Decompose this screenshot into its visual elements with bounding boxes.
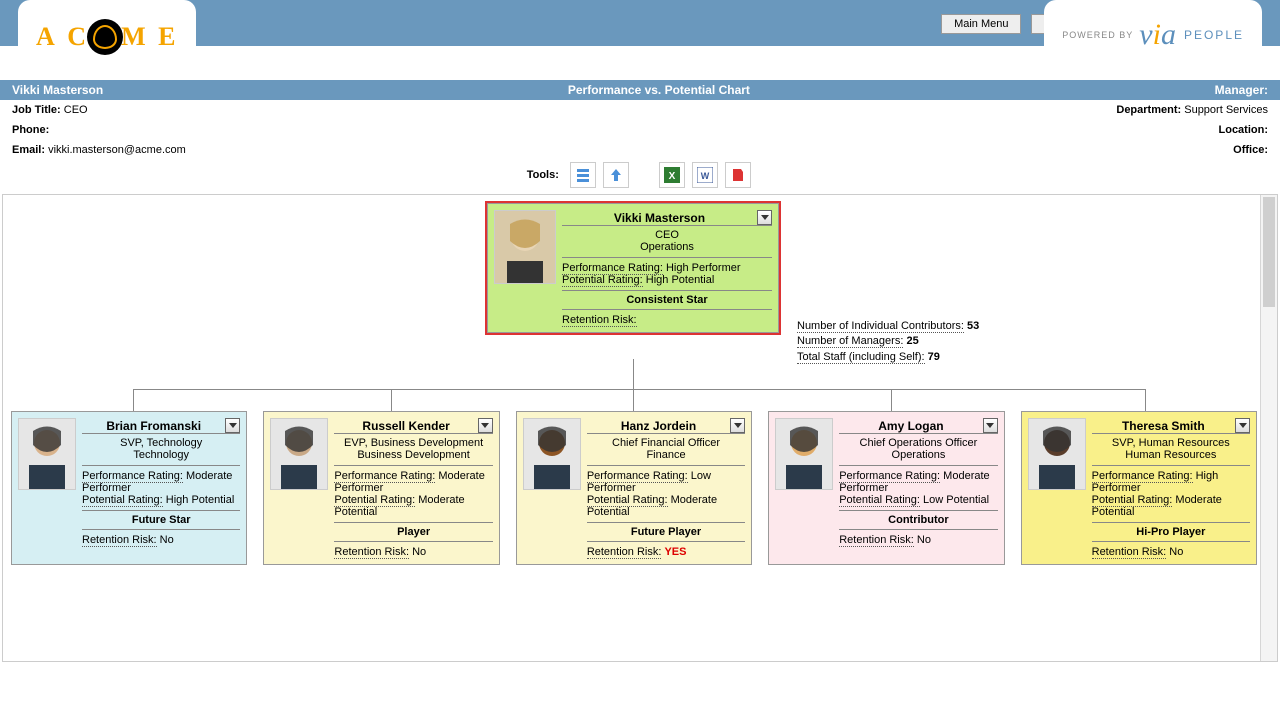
stat-contributors-value: 53	[967, 320, 979, 332]
card-dropdown-icon[interactable]	[983, 418, 998, 433]
card-dropdown-icon[interactable]	[1235, 418, 1250, 433]
svg-text:W: W	[701, 171, 710, 181]
globe-icon	[87, 19, 123, 55]
retention-risk-label[interactable]: Retention Risk:	[562, 314, 637, 327]
ninebox-label: Contributor	[839, 510, 997, 530]
org-card[interactable]: Amy Logan Chief Operations Officer Opera…	[768, 411, 1004, 565]
avatar	[270, 418, 328, 490]
scrollbar[interactable]	[1260, 195, 1277, 661]
department-value: Support Services	[1184, 104, 1268, 116]
card-title: SVP, Human Resources	[1092, 437, 1250, 449]
retention-risk-value: YES	[664, 546, 686, 558]
manager-label: Manager:	[1215, 83, 1268, 97]
potential-rating-value: Low Potential	[923, 494, 989, 506]
phone-label: Phone:	[12, 124, 49, 136]
card-name: Vikki Masterson	[562, 211, 757, 225]
card-dept: Business Development	[334, 449, 492, 461]
card-name: Russell Kender	[334, 419, 477, 433]
potential-rating-value: High Potential	[646, 274, 715, 286]
up-icon[interactable]	[603, 162, 629, 188]
card-dept: Operations	[839, 449, 997, 461]
avatar	[494, 210, 556, 284]
ninebox-label: Player	[334, 522, 492, 542]
word-export-icon[interactable]: W	[692, 162, 718, 188]
card-title: Chief Financial Officer	[587, 437, 745, 449]
card-dept: Human Resources	[1092, 449, 1250, 461]
office-label: Office:	[1233, 144, 1268, 156]
potential-rating-value: High Potential	[166, 494, 235, 506]
tools-row: Tools: X W	[0, 160, 1280, 194]
retention-risk-value: No	[160, 534, 174, 546]
retention-risk-label[interactable]: Retention Risk:	[1092, 546, 1167, 559]
ninebox-label: Hi-Pro Player	[1092, 522, 1250, 542]
ninebox-label: Consistent Star	[562, 290, 772, 310]
card-name: Theresa Smith	[1092, 419, 1235, 433]
avatar	[18, 418, 76, 490]
pdf-export-icon[interactable]	[725, 162, 751, 188]
card-dept: Finance	[587, 449, 745, 461]
card-dept: Operations	[562, 241, 772, 253]
job-title-value: CEO	[64, 104, 88, 116]
powered-by: POWERED BY via PEOPLE	[1044, 0, 1262, 66]
chart-region: Vikki Masterson CEO Operations Performan…	[2, 194, 1278, 662]
card-dropdown-icon[interactable]	[478, 418, 493, 433]
main-menu-button[interactable]: Main Menu	[941, 14, 1021, 34]
avatar	[1028, 418, 1086, 490]
email-value: vikki.masterson@acme.com	[48, 144, 186, 156]
org-card[interactable]: Russell Kender EVP, Business Development…	[263, 411, 499, 565]
retention-risk-label[interactable]: Retention Risk:	[82, 534, 157, 547]
stat-managers-label[interactable]: Number of Managers:	[797, 335, 903, 348]
card-dept: Technology	[82, 449, 240, 461]
card-title: EVP, Business Development	[334, 437, 492, 449]
card-name: Amy Logan	[839, 419, 982, 433]
stat-contributors-label[interactable]: Number of Individual Contributors:	[797, 320, 964, 333]
potential-rating-label[interactable]: Potential Rating:	[839, 494, 920, 507]
org-card[interactable]: Brian Fromanski SVP, Technology Technolo…	[11, 411, 247, 565]
org-card[interactable]: Hanz Jordein Chief Financial Officer Fin…	[516, 411, 752, 565]
ninebox-label: Future Player	[587, 522, 745, 542]
header-bar: A CM E Main Menu Log off POWERED BY via …	[0, 10, 1280, 46]
location-label: Location:	[1219, 124, 1269, 136]
retention-risk-label[interactable]: Retention Risk:	[587, 546, 662, 559]
card-title: SVP, Technology	[82, 437, 240, 449]
potential-rating-label[interactable]: Potential Rating:	[562, 274, 643, 287]
department-label: Department:	[1116, 104, 1181, 116]
retention-risk-label[interactable]: Retention Risk:	[839, 534, 914, 547]
potential-rating-label[interactable]: Potential Rating:	[82, 494, 163, 507]
job-title-label: Job Title:	[12, 104, 61, 116]
staff-stats: Number of Individual Contributors: 53 Nu…	[797, 319, 979, 365]
card-name: Brian Fromanski	[82, 419, 225, 433]
svg-text:X: X	[669, 171, 676, 182]
performance-rating-value: High Performer	[666, 262, 741, 274]
retention-risk-value: No	[412, 546, 426, 558]
page-title: Performance vs. Potential Chart	[568, 83, 750, 97]
avatar	[523, 418, 581, 490]
retention-risk-label[interactable]: Retention Risk:	[334, 546, 409, 559]
card-title: Chief Operations Officer	[839, 437, 997, 449]
avatar	[775, 418, 833, 490]
logo: A CM E	[18, 0, 196, 78]
card-title: CEO	[562, 229, 772, 241]
user-name: Vikki Masterson	[12, 83, 103, 97]
card-dropdown-icon[interactable]	[757, 210, 772, 225]
orgchart-icon[interactable]	[570, 162, 596, 188]
card-dropdown-icon[interactable]	[225, 418, 240, 433]
excel-export-icon[interactable]: X	[659, 162, 685, 188]
org-card-root[interactable]: Vikki Masterson CEO Operations Performan…	[487, 203, 779, 333]
stat-total-value: 79	[928, 351, 940, 363]
ninebox-label: Future Star	[82, 510, 240, 530]
card-name: Hanz Jordein	[587, 419, 730, 433]
retention-risk-value: No	[917, 534, 931, 546]
email-label: Email:	[12, 144, 45, 156]
stat-managers-value: 25	[906, 335, 918, 347]
page-title-bar: Vikki Masterson Performance vs. Potentia…	[0, 80, 1280, 100]
org-card[interactable]: Theresa Smith SVP, Human Resources Human…	[1021, 411, 1257, 565]
tools-label: Tools:	[527, 169, 559, 181]
card-dropdown-icon[interactable]	[730, 418, 745, 433]
stat-total-label[interactable]: Total Staff (including Self):	[797, 351, 925, 364]
retention-risk-value: No	[1169, 546, 1183, 558]
